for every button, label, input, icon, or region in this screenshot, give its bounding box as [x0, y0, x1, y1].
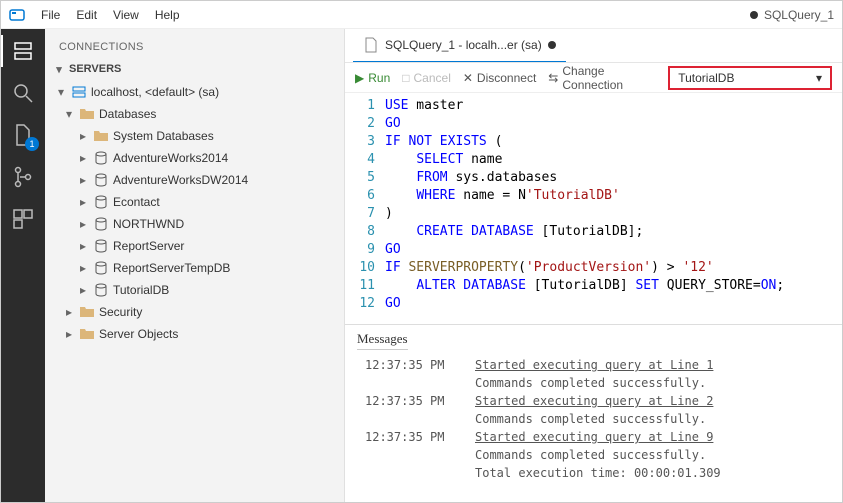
database-icon: [93, 172, 109, 188]
run-button[interactable]: ▶Run: [355, 71, 390, 85]
server-icon: [71, 84, 87, 100]
tab-label: SQLQuery_1 - localh...er (sa): [385, 38, 542, 52]
titlebar: File Edit View Help SQLQuery_1: [1, 1, 842, 29]
activity-explorer[interactable]: 1: [11, 123, 35, 147]
play-icon: ▶: [355, 71, 364, 85]
explorer-badge: 1: [25, 137, 39, 151]
servers-section-header[interactable]: ▾ SERVERS: [45, 59, 344, 79]
node-label: AdventureWorksDW2014: [113, 173, 248, 187]
connections-sidebar: CONNECTIONS ▾ SERVERS ▾ localhost, <defa…: [45, 29, 345, 502]
db-node[interactable]: ▸ NORTHWND: [49, 213, 344, 235]
folder-label: Server Objects: [99, 327, 178, 341]
activity-source-control[interactable]: [11, 165, 35, 189]
chevron-right-icon: ▸: [77, 284, 89, 296]
disconnect-button[interactable]: ✕Disconnect: [463, 71, 536, 85]
db-node[interactable]: ▸ TutorialDB: [49, 279, 344, 301]
query-toolbar: ▶Run □Cancel ✕Disconnect ⇆Change Connect…: [345, 63, 842, 93]
chevron-right-icon: ▸: [63, 306, 75, 318]
chevron-right-icon: ▸: [77, 196, 89, 208]
file-icon: [363, 37, 379, 53]
db-node[interactable]: ▸ ReportServerTempDB: [49, 257, 344, 279]
folder-icon: [79, 304, 95, 320]
activity-extensions[interactable]: [11, 207, 35, 231]
menu-view[interactable]: View: [105, 8, 147, 22]
messages-header: Messages: [357, 331, 408, 350]
change-connection-button[interactable]: ⇆Change Connection: [548, 64, 656, 92]
message-row: Commands completed successfully.: [357, 374, 830, 392]
code-editor[interactable]: 123456789101112 USE masterGOIF NOT EXIST…: [345, 93, 842, 324]
chevron-right-icon: ▸: [63, 328, 75, 340]
menu-edit[interactable]: Edit: [68, 8, 105, 22]
node-label: ReportServerTempDB: [113, 261, 230, 275]
chevron-right-icon: ▸: [77, 262, 89, 274]
db-node[interactable]: ▸ AdventureWorksDW2014: [49, 169, 344, 191]
line-gutter: 123456789101112: [345, 97, 385, 324]
database-icon: [93, 194, 109, 210]
node-label: System Databases: [113, 129, 214, 143]
chevron-right-icon: ▸: [77, 240, 89, 252]
menu-file[interactable]: File: [33, 8, 68, 22]
folder-icon: [79, 106, 95, 122]
messages-panel: Messages 12:37:35 PMStarted executing qu…: [345, 324, 842, 502]
chevron-right-icon: ▸: [77, 218, 89, 230]
database-icon: [93, 216, 109, 232]
chevron-right-icon: ▸: [77, 152, 89, 164]
activity-bar: 1: [1, 29, 45, 502]
database-icon: [93, 282, 109, 298]
editor-area: SQLQuery_1 - localh...er (sa) ▶Run □Canc…: [345, 29, 842, 502]
dirty-indicator: [548, 41, 556, 49]
editor-tabs: SQLQuery_1 - localh...er (sa): [345, 29, 842, 63]
database-icon: [93, 260, 109, 276]
message-row: 12:37:35 PMStarted executing query at Li…: [357, 356, 830, 374]
db-node[interactable]: ▸ System Databases: [49, 125, 344, 147]
chevron-down-icon: ▾: [63, 108, 75, 120]
security-folder[interactable]: ▸ Security: [49, 301, 344, 323]
message-row: 12:37:35 PMStarted executing query at Li…: [357, 428, 830, 446]
db-node[interactable]: ▸ Econtact: [49, 191, 344, 213]
server-tree: ▾ localhost, <default> (sa) ▾ Databases …: [45, 79, 344, 345]
chevron-down-icon: ▾: [53, 63, 65, 75]
node-label: TutorialDB: [113, 283, 169, 297]
databases-folder[interactable]: ▾ Databases: [49, 103, 344, 125]
sidebar-title: CONNECTIONS: [45, 35, 344, 59]
server-node[interactable]: ▾ localhost, <default> (sa): [49, 81, 344, 103]
chevron-down-icon: ▾: [816, 71, 822, 85]
message-row: Total execution time: 00:00:01.309: [357, 464, 830, 482]
dropdown-value: TutorialDB: [678, 71, 734, 85]
database-dropdown[interactable]: TutorialDB ▾: [668, 66, 832, 90]
chevron-right-icon: ▸: [77, 130, 89, 142]
activity-servers[interactable]: [11, 39, 35, 63]
tab-sqlquery[interactable]: SQLQuery_1 - localh...er (sa): [353, 29, 566, 62]
chevron-right-icon: ▸: [77, 174, 89, 186]
folder-icon: [79, 326, 95, 342]
code-content[interactable]: USE masterGOIF NOT EXISTS ( SELECT name …: [385, 97, 842, 324]
node-label: NORTHWND: [113, 217, 184, 231]
folder-label: Databases: [99, 107, 156, 121]
chevron-down-icon: ▾: [55, 86, 67, 98]
database-icon: [93, 150, 109, 166]
db-node[interactable]: ▸ AdventureWorks2014: [49, 147, 344, 169]
folder-label: Security: [99, 305, 142, 319]
disconnect-icon: ✕: [463, 71, 473, 85]
app-icon: [9, 7, 25, 23]
server-label: localhost, <default> (sa): [91, 85, 219, 99]
node-label: ReportServer: [113, 239, 184, 253]
message-row: 12:37:35 PMStarted executing query at Li…: [357, 392, 830, 410]
cancel-button[interactable]: □Cancel: [402, 71, 451, 85]
message-row: Commands completed successfully.: [357, 410, 830, 428]
message-row: Commands completed successfully.: [357, 446, 830, 464]
node-label: AdventureWorks2014: [113, 151, 228, 165]
folder-icon: [93, 128, 109, 144]
swap-icon: ⇆: [548, 71, 558, 85]
activity-search[interactable]: [11, 81, 35, 105]
dirty-indicator: [750, 11, 758, 19]
stop-icon: □: [402, 71, 409, 85]
node-label: Econtact: [113, 195, 160, 209]
menu-help[interactable]: Help: [147, 8, 188, 22]
database-icon: [93, 238, 109, 254]
server-objects-folder[interactable]: ▸ Server Objects: [49, 323, 344, 345]
db-node[interactable]: ▸ ReportServer: [49, 235, 344, 257]
window-title: SQLQuery_1: [764, 8, 834, 22]
